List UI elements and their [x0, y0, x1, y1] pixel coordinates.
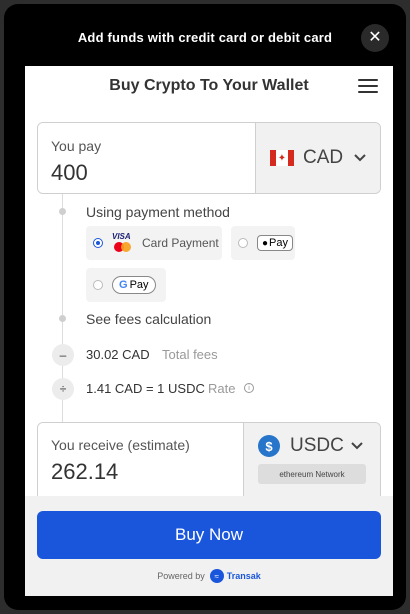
receive-label: You receive (estimate) — [51, 437, 190, 453]
apple-icon: ● — [262, 237, 269, 249]
pay-amount-input[interactable] — [51, 160, 241, 186]
receive-amount-field: You receive (estimate) — [38, 423, 244, 502]
powered-by-label: Powered by — [157, 571, 205, 581]
powered-by: Powered by ≈ Transak — [25, 569, 393, 583]
apple-pay-radio[interactable] — [238, 238, 248, 248]
hamburger-menu-icon[interactable] — [358, 79, 378, 95]
total-fees-label: Total fees — [162, 347, 218, 362]
modal-title: Add funds with credit card or debit card — [77, 30, 333, 45]
widget-header: Buy Crypto To Your Wallet — [25, 66, 393, 106]
card-payment-option[interactable]: VISA Card Payment — [86, 226, 222, 260]
info-icon[interactable]: i — [244, 383, 254, 393]
canada-flag-icon: ✦ — [270, 150, 294, 166]
close-icon: ✕ — [368, 29, 382, 46]
usdc-icon: $ — [258, 435, 280, 457]
chevron-down-icon — [351, 442, 363, 450]
total-fees-value: 30.02 CAD — [86, 347, 150, 362]
google-pay-radio[interactable] — [93, 280, 103, 290]
apple-pay-label: Pay — [269, 237, 289, 249]
apple-pay-badge: ● Pay — [257, 235, 294, 251]
google-icon: G — [119, 279, 128, 291]
minus-icon: – — [52, 344, 74, 366]
pay-amount-box: You pay ✦ CAD — [37, 122, 381, 194]
crypto-currency-select[interactable]: $ USDC ethereum Network — [244, 423, 380, 502]
widget-title: Buy Crypto To Your Wallet — [109, 77, 309, 94]
google-pay-option[interactable]: G Pay — [86, 268, 166, 302]
receive-amount-input[interactable] — [51, 459, 231, 485]
pay-amount-field: You pay — [38, 123, 256, 193]
provider-name: Transak — [226, 571, 261, 581]
fiat-currency-select[interactable]: ✦ CAD — [256, 123, 380, 193]
apple-pay-option[interactable]: ● Pay — [231, 226, 295, 260]
timeline-dot — [59, 208, 66, 215]
payment-method-heading: Using payment method — [86, 204, 230, 220]
divide-icon: ÷ — [52, 378, 74, 400]
exchange-rate-label: Rate — [208, 381, 236, 396]
transak-logo-icon: ≈ — [209, 569, 224, 583]
google-pay-label: Pay — [129, 279, 149, 291]
buy-now-button[interactable]: Buy Now — [37, 511, 381, 559]
close-button[interactable]: ✕ — [361, 24, 389, 52]
fiat-currency-code: CAD — [303, 147, 344, 168]
exchange-rate-value: 1.41 CAD = 1 USDC — [86, 381, 205, 396]
timeline-dot — [59, 315, 66, 322]
network-badge: ethereum Network — [258, 464, 366, 484]
chevron-down-icon — [354, 154, 366, 162]
crypto-currency-code: USDC — [290, 435, 344, 456]
card-payment-label: Card Payment — [142, 236, 219, 250]
pay-label: You pay — [51, 138, 102, 154]
visa-mastercard-icon: VISA — [112, 232, 134, 254]
fees-calculation-link[interactable]: See fees calculation — [86, 311, 211, 327]
widget-footer: Buy Now Powered by ≈ Transak — [25, 496, 393, 596]
buy-crypto-widget: Buy Crypto To Your Wallet You pay ✦ CAD — [25, 66, 393, 596]
google-pay-badge: G Pay — [112, 276, 156, 294]
card-payment-radio[interactable] — [93, 238, 103, 248]
visa-label: VISA — [112, 232, 131, 241]
receive-amount-box: You receive (estimate) $ USDC ethereum N… — [37, 422, 381, 502]
add-funds-modal: Add funds with credit card or debit card… — [4, 4, 406, 610]
